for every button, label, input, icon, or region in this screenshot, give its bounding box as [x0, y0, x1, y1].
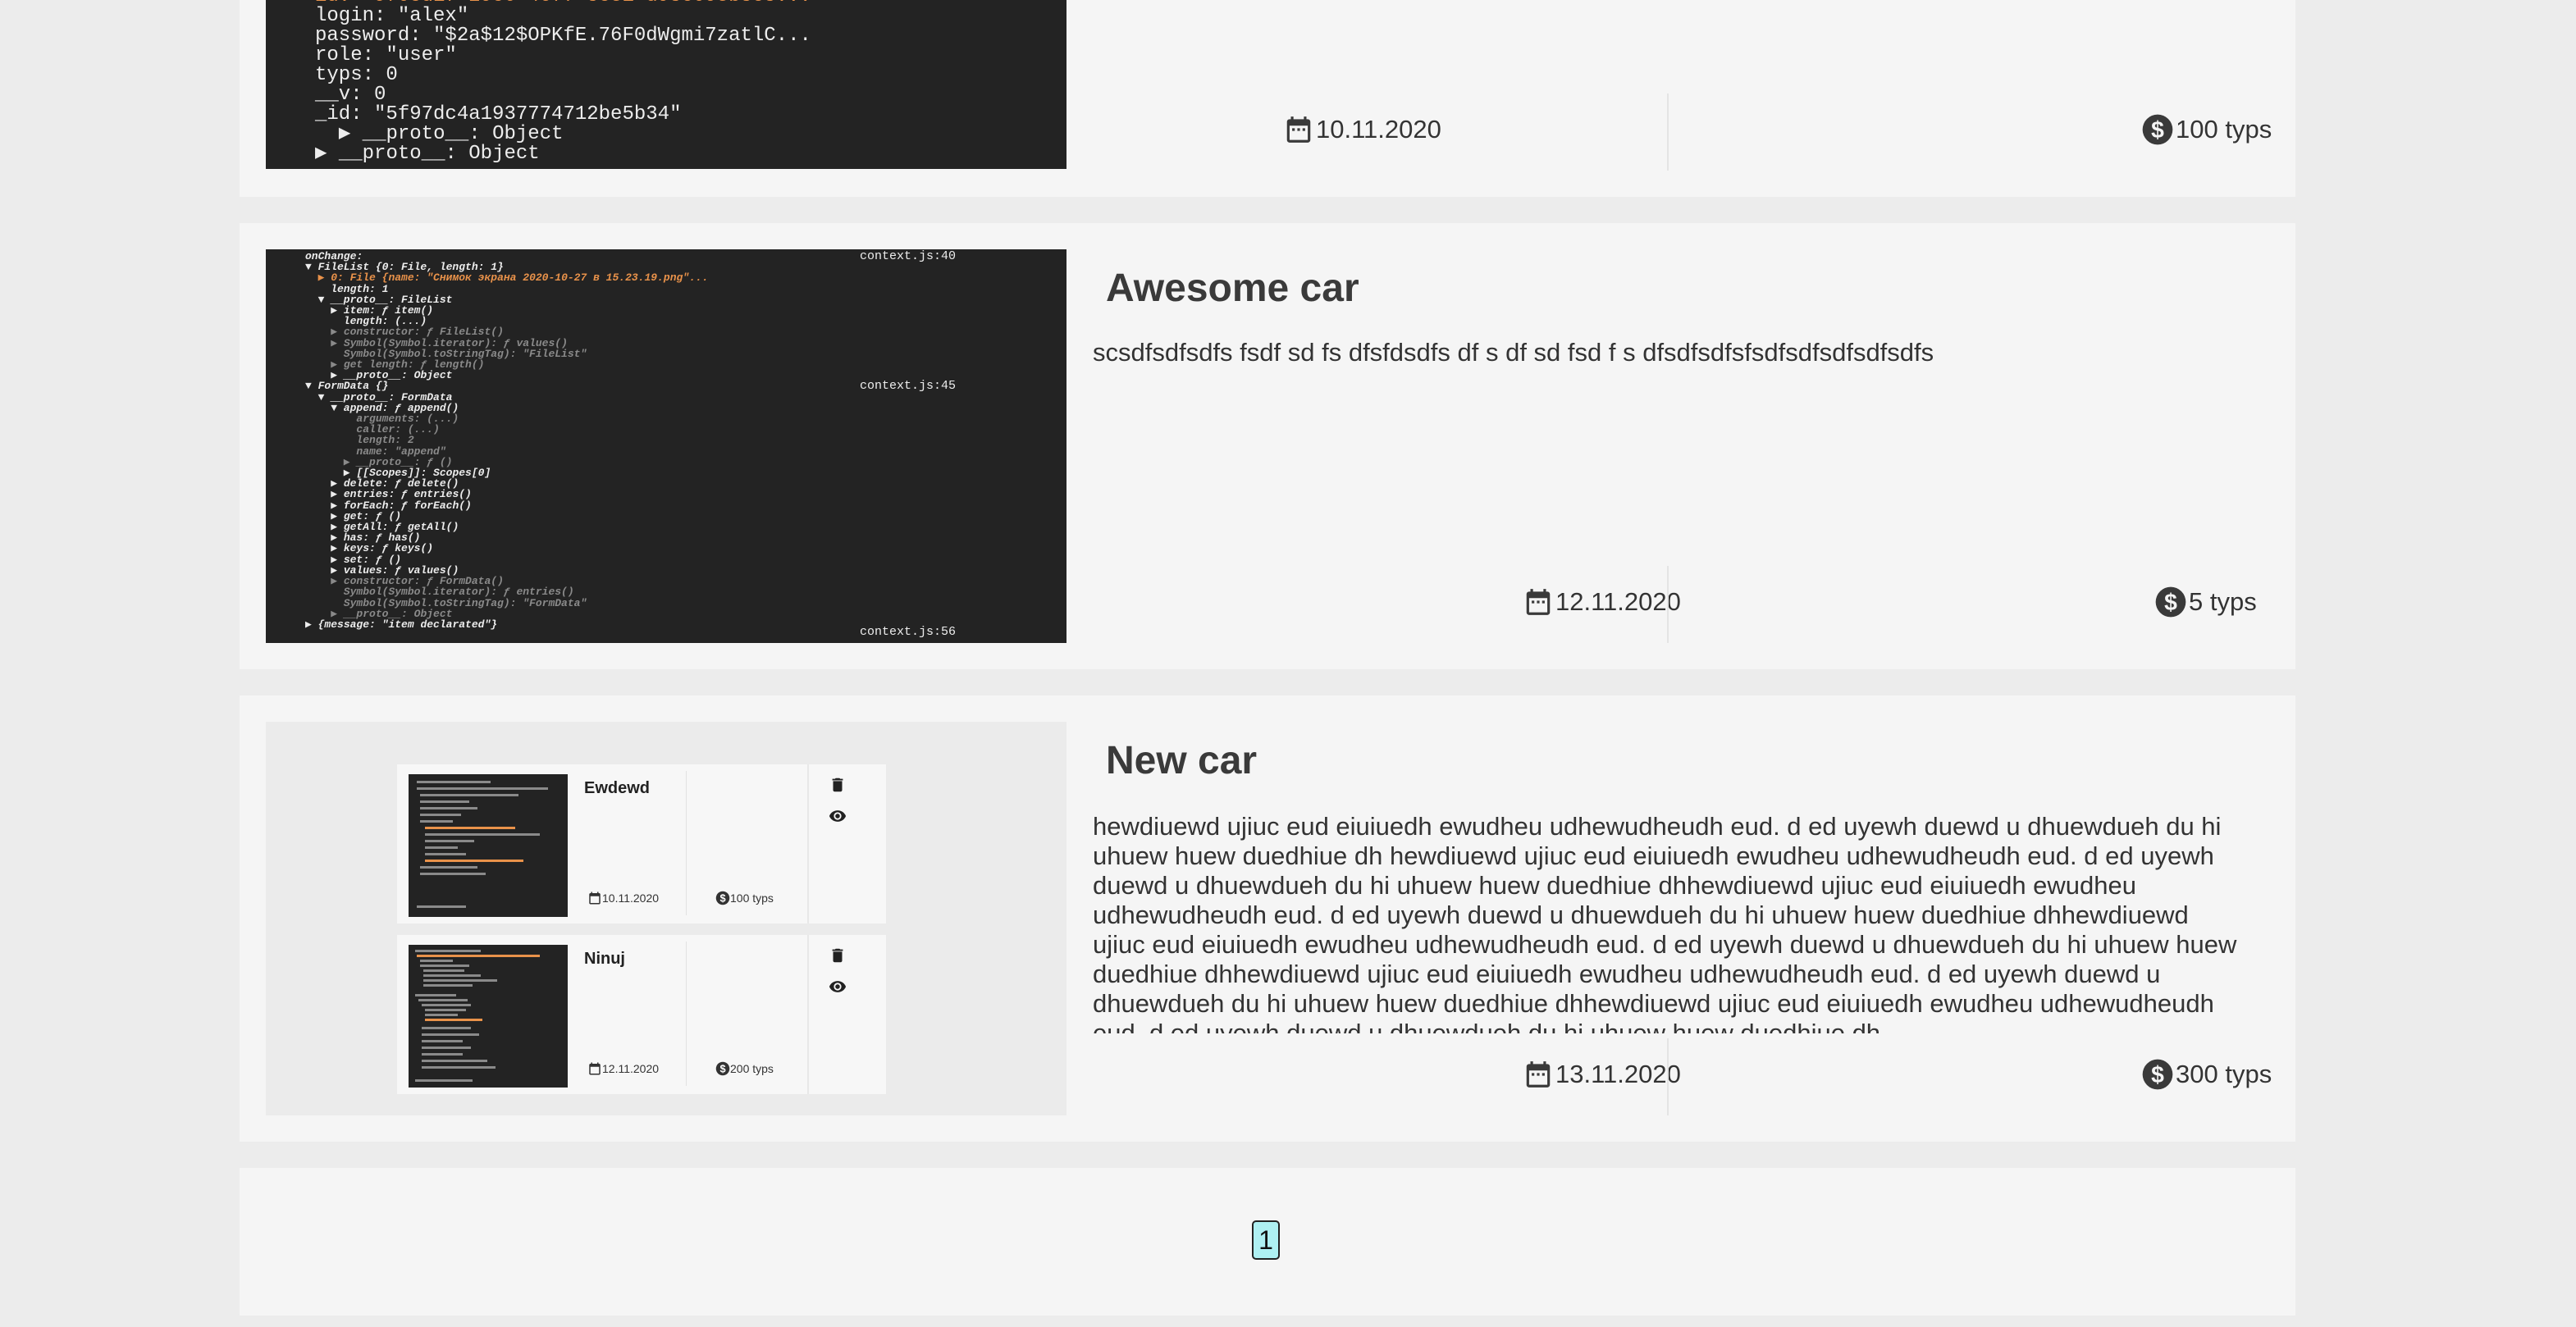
code-line: _id: "5f97dc4a1937774712be5b34" [315, 103, 682, 125]
nested-listing-price: $ 200 typs [715, 1061, 774, 1076]
listing-image: Ewdewd 10.11.2020 $ 100 typs Ninuj 12.11… [266, 722, 1066, 1115]
nested-listing-title: Ninuj [584, 950, 625, 968]
calendar-icon [589, 892, 601, 905]
svg-text:$: $ [719, 892, 725, 905]
code-line: role: "user" [315, 44, 457, 66]
calendar-icon [1526, 1061, 1551, 1088]
listing-price: $ 300 typs [2141, 1058, 2272, 1091]
trash-icon [832, 948, 843, 963]
meta-divider [686, 771, 687, 915]
listing-image: id: "9f0cd1f-29c0-4677-8e31-d98e093b8e8.… [266, 0, 1066, 169]
svg-text:$: $ [2151, 1062, 2164, 1088]
nested-listing-title: Ewdewd [584, 779, 651, 797]
nested-listing-price: $ 100 typs [715, 891, 774, 905]
nested-listing-image [409, 774, 568, 917]
code-line: password: "$2a$12$OPKfE.76F0dWgmi7zatlC.… [315, 25, 811, 47]
listing-title[interactable]: Awesome car [1106, 266, 1359, 311]
listing-date: 10.11.2020 [1283, 113, 1441, 146]
price-text: 100 typs [730, 892, 774, 905]
dollar-coin-icon: $ [2142, 1059, 2173, 1090]
price-text: 5 typs [2189, 587, 2257, 616]
eye-icon [829, 810, 847, 822]
nested-listing-card: Ewdewd 10.11.2020 $ 100 typs [397, 764, 886, 923]
date-text: 10.11.2020 [1316, 115, 1441, 144]
listing-image: onChange: ▼ FileList {0: File, length: 1… [266, 249, 1066, 643]
nested-listing-card: Ninuj 12.11.2020 $ 200 typs [397, 935, 886, 1094]
svg-text:$: $ [2164, 590, 2177, 616]
listing-card[interactable]: id: "9f0cd1f-29c0-4677-8e31-d98e093b8e8.… [240, 0, 2295, 197]
price-text: 300 typs [2176, 1060, 2272, 1088]
listing-price: $ 5 typs [2154, 586, 2257, 618]
code-line: __v: 0 [315, 84, 386, 106]
listing-price: $ 100 typs [2141, 113, 2272, 146]
code-source-ref: context.js:45 [860, 379, 957, 393]
nested-listing-image [409, 945, 568, 1088]
action-divider [807, 935, 809, 1094]
listing-card[interactable]: Ewdewd 10.11.2020 $ 100 typs Ninuj 12.11… [240, 695, 2295, 1142]
meta-divider [1667, 566, 1669, 643]
nested-listing-date: 10.11.2020 [587, 891, 659, 905]
nested-listing-date: 12.11.2020 [587, 1061, 659, 1076]
price-text: 100 typs [2176, 115, 2272, 144]
page-button-1[interactable]: 1 [1252, 1220, 1280, 1260]
listing-date: 12.11.2020 [1523, 586, 1681, 618]
calendar-icon [589, 1062, 601, 1075]
code-line: ▶ __proto__: Object [338, 123, 564, 145]
date-text: 12.11.2020 [1555, 587, 1681, 616]
svg-text:$: $ [719, 1063, 725, 1075]
date-text: 10.11.2020 [602, 892, 660, 905]
code-line: ▶ __proto__: Object [315, 143, 540, 165]
meta-divider [1667, 93, 1669, 171]
listing-card[interactable]: onChange: ▼ FileList {0: File, length: 1… [240, 223, 2295, 669]
listing-description: hewdiuewd ujiuc eud eiuiuedh ewudheu udh… [1093, 812, 2237, 1033]
meta-divider [1667, 1038, 1669, 1115]
code-line: login: "alex" [315, 5, 469, 27]
price-text: 200 typs [730, 1062, 774, 1075]
code-line: typs: 0 [315, 64, 398, 86]
listing-title[interactable]: New car [1106, 738, 1257, 783]
code-source-ref: context.js:40 [860, 249, 957, 263]
dollar-coin-icon: $ [2155, 586, 2186, 618]
dollar-coin-icon: $ [2142, 114, 2173, 145]
code-source-ref: context.js:56 [860, 625, 957, 639]
calendar-icon [1286, 116, 1311, 143]
dollar-coin-icon: $ [715, 1061, 730, 1076]
date-text: 12.11.2020 [602, 1062, 660, 1075]
eye-icon [829, 981, 847, 992]
svg-text:$: $ [2151, 117, 2164, 144]
code-line: ▶ {message: "item declarated"} [305, 618, 498, 631]
listing-description: scsdfsdfsdfs fsdf sd fs dfsfdsdfs df s d… [1093, 338, 1934, 367]
date-text: 13.11.2020 [1555, 1060, 1681, 1088]
action-divider [807, 764, 809, 923]
meta-divider [686, 942, 687, 1086]
listing-date: 13.11.2020 [1523, 1058, 1681, 1091]
dollar-coin-icon: $ [715, 891, 730, 905]
trash-icon [832, 778, 843, 792]
calendar-icon [1526, 589, 1551, 615]
